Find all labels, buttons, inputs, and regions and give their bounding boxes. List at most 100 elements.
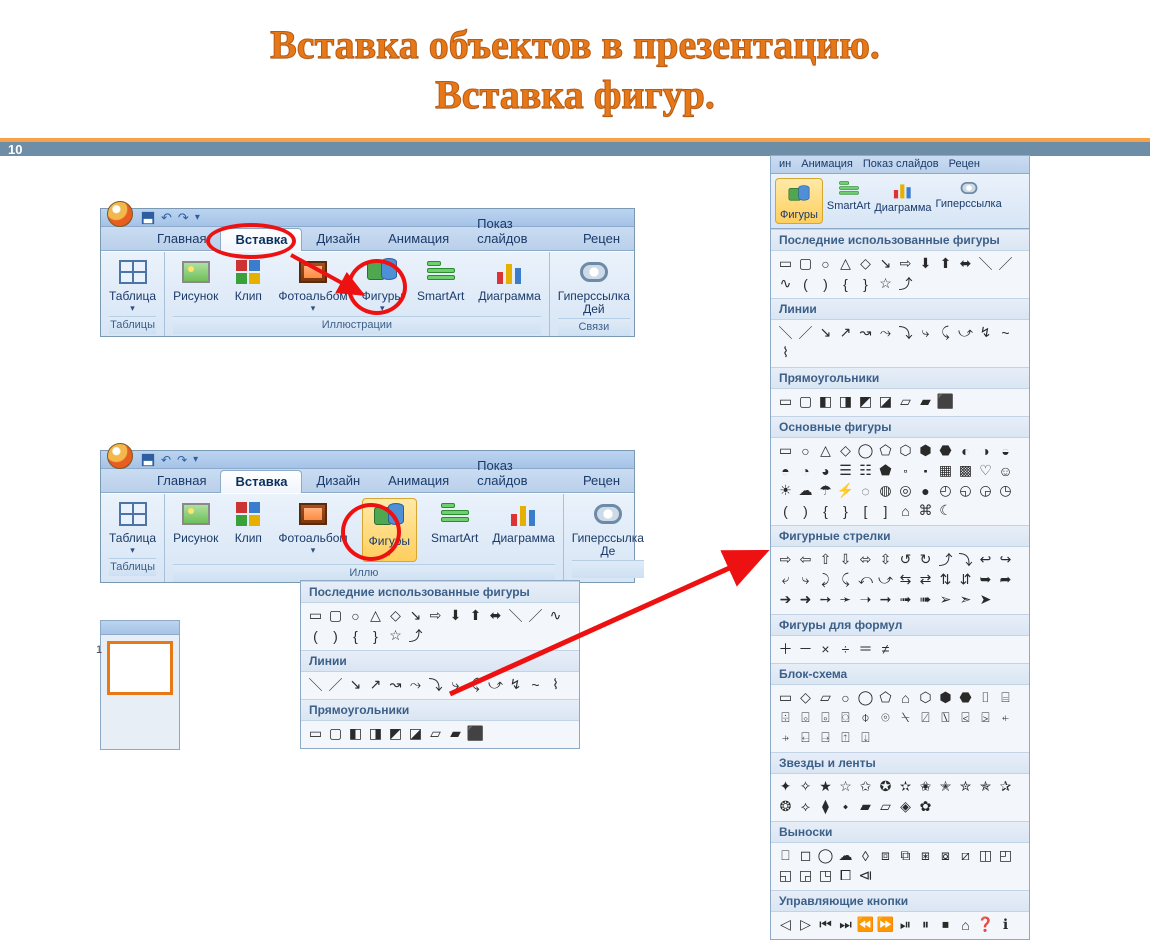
shape-glyph[interactable]: { bbox=[347, 627, 364, 644]
tab-рецен[interactable]: Рецен bbox=[569, 228, 634, 250]
shape-glyph[interactable]: ⍃ bbox=[957, 709, 974, 726]
smartart-button[interactable]: SmartArt bbox=[417, 256, 464, 303]
shape-glyph[interactable]: { bbox=[837, 275, 854, 292]
shape-glyph[interactable]: ⧇ bbox=[937, 847, 954, 864]
shape-glyph[interactable]: ✰ bbox=[997, 778, 1014, 795]
shape-glyph[interactable]: ☺ bbox=[997, 462, 1014, 479]
tab-дизайн[interactable]: Дизайн bbox=[302, 228, 374, 250]
shape-glyph[interactable]: ⤵ bbox=[897, 324, 914, 341]
slide-thumbnail[interactable]: 1 bbox=[107, 641, 173, 695]
shape-glyph[interactable]: ➙ bbox=[817, 591, 834, 608]
shape-glyph[interactable]: { bbox=[817, 502, 834, 519]
shape-glyph[interactable]: ◁ bbox=[777, 916, 794, 933]
shape-glyph[interactable]: ⇳ bbox=[877, 551, 894, 568]
shape-glyph[interactable]: ⬣ bbox=[957, 689, 974, 706]
shape-glyph[interactable]: ○ bbox=[817, 255, 834, 272]
shape-glyph[interactable]: ⇄ bbox=[917, 571, 934, 588]
shape-glyph[interactable]: ( bbox=[307, 627, 324, 644]
shape-glyph[interactable]: ◫ bbox=[977, 847, 994, 864]
shape-glyph[interactable]: ∿ bbox=[777, 275, 794, 292]
shape-glyph[interactable]: ◲ bbox=[797, 867, 814, 884]
shape-glyph[interactable]: ◌ bbox=[857, 482, 874, 499]
shape-glyph[interactable]: ▭ bbox=[777, 442, 794, 459]
shape-glyph[interactable]: ⧫ bbox=[817, 798, 834, 815]
shape-glyph[interactable]: ◴ bbox=[937, 482, 954, 499]
photoalbum-button[interactable]: Фотоальбом bbox=[278, 498, 347, 556]
shape-glyph[interactable]: ⤴ bbox=[937, 551, 954, 568]
shape-glyph[interactable]: ◐ bbox=[957, 442, 974, 459]
shape-glyph[interactable]: ⌽ bbox=[857, 709, 874, 726]
shape-glyph[interactable]: ⬄ bbox=[857, 551, 874, 568]
shape-glyph[interactable]: ↘ bbox=[817, 324, 834, 341]
office-button[interactable] bbox=[107, 443, 133, 469]
chart-button[interactable]: Диаграмма bbox=[478, 256, 540, 303]
shape-glyph[interactable]: ~ bbox=[997, 324, 1014, 341]
shape-glyph[interactable]: ↗ bbox=[837, 324, 854, 341]
shape-glyph[interactable]: ◨ bbox=[837, 393, 854, 410]
shape-glyph[interactable]: ☾ bbox=[937, 502, 954, 519]
shape-glyph[interactable]: ◪ bbox=[877, 393, 894, 410]
shape-glyph[interactable]: ▱ bbox=[817, 689, 834, 706]
tab-анимация[interactable]: Анимация bbox=[374, 470, 463, 492]
qat-redo-icon[interactable]: ↷ bbox=[178, 210, 189, 226]
shape-glyph[interactable]: ⍁ bbox=[917, 709, 934, 726]
shape-glyph[interactable]: ☆ bbox=[387, 627, 404, 644]
shape-glyph[interactable]: ◻ bbox=[797, 847, 814, 864]
shape-glyph[interactable]: ▭ bbox=[307, 607, 324, 624]
shape-glyph[interactable]: ↻ bbox=[917, 551, 934, 568]
shape-glyph[interactable]: ／ bbox=[797, 324, 814, 341]
shape-glyph[interactable]: ☂ bbox=[817, 482, 834, 499]
shape-glyph[interactable]: ◇ bbox=[797, 689, 814, 706]
shape-glyph[interactable]: ⧠ bbox=[837, 867, 854, 884]
tab-вставка[interactable]: Вставка bbox=[220, 228, 302, 251]
shape-glyph[interactable]: ⬟ bbox=[877, 462, 894, 479]
shape-glyph[interactable]: ▢ bbox=[327, 725, 344, 742]
shape-glyph[interactable]: ⇩ bbox=[837, 551, 854, 568]
shape-glyph[interactable]: ⍀ bbox=[897, 709, 914, 726]
shape-glyph[interactable]: ↘ bbox=[877, 255, 894, 272]
chart-tool[interactable]: Диаграмма bbox=[874, 178, 931, 224]
shape-glyph[interactable]: ☀ bbox=[777, 482, 794, 499]
shape-glyph[interactable]: ⬡ bbox=[897, 442, 914, 459]
shape-glyph[interactable]: ❂ bbox=[777, 798, 794, 815]
shape-glyph[interactable]: ⤷ bbox=[917, 324, 934, 341]
qat-dropdown-icon[interactable]: ▾ bbox=[195, 212, 200, 223]
shape-glyph[interactable]: ⧏ bbox=[857, 867, 874, 884]
shape-glyph[interactable]: ◎ bbox=[897, 482, 914, 499]
shape-glyph[interactable]: ⬢ bbox=[917, 442, 934, 459]
tab-анимация[interactable]: Анимация bbox=[374, 228, 463, 250]
shape-glyph[interactable]: ⇧ bbox=[817, 551, 834, 568]
shape-glyph[interactable]: ⇆ bbox=[897, 571, 914, 588]
shape-glyph[interactable]: ◯ bbox=[857, 689, 874, 706]
shape-glyph[interactable]: ◩ bbox=[387, 725, 404, 742]
shape-glyph[interactable]: ↯ bbox=[977, 324, 994, 341]
shape-glyph[interactable]: ⇅ bbox=[937, 571, 954, 588]
shape-glyph[interactable]: △ bbox=[817, 442, 834, 459]
shape-glyph[interactable]: ⚡ bbox=[837, 482, 854, 499]
smartart-button[interactable]: SmartArt bbox=[431, 498, 478, 545]
shape-glyph[interactable]: ◯ bbox=[857, 442, 874, 459]
shape-glyph[interactable]: ✬ bbox=[917, 778, 934, 795]
shape-glyph[interactable]: ⤺ bbox=[857, 571, 874, 588]
shape-glyph[interactable]: ✦ bbox=[777, 778, 794, 795]
qat-undo-icon[interactable]: ↶ bbox=[161, 210, 172, 226]
shape-glyph[interactable]: ⤻ bbox=[957, 324, 974, 341]
qat-redo-icon[interactable]: ↷ bbox=[177, 453, 187, 467]
picture-button[interactable]: Рисунок bbox=[173, 498, 218, 545]
shape-glyph[interactable]: × bbox=[817, 640, 834, 657]
tab-рецен[interactable]: Рецен bbox=[569, 470, 634, 492]
shape-glyph[interactable]: ⌘ bbox=[917, 502, 934, 519]
shape-glyph[interactable]: ⌸ bbox=[997, 689, 1014, 706]
shape-glyph[interactable]: ↗ bbox=[367, 676, 384, 693]
tab-вставка[interactable]: Вставка bbox=[220, 470, 302, 493]
qat-undo-icon[interactable]: ↶ bbox=[161, 453, 171, 467]
shape-glyph[interactable]: ✿ bbox=[917, 798, 934, 815]
shape-glyph[interactable]: ➦ bbox=[997, 571, 1014, 588]
qat-dropdown-icon[interactable]: ▾ bbox=[193, 454, 198, 465]
shape-glyph[interactable]: ⇦ bbox=[797, 551, 814, 568]
shape-glyph[interactable]: } bbox=[367, 627, 384, 644]
hyperlink-button[interactable]: Гиперссылка Дей bbox=[558, 256, 630, 316]
shape-glyph[interactable]: ✭ bbox=[937, 778, 954, 795]
shape-glyph[interactable]: ◱ bbox=[777, 867, 794, 884]
shape-glyph[interactable]: △ bbox=[367, 607, 384, 624]
